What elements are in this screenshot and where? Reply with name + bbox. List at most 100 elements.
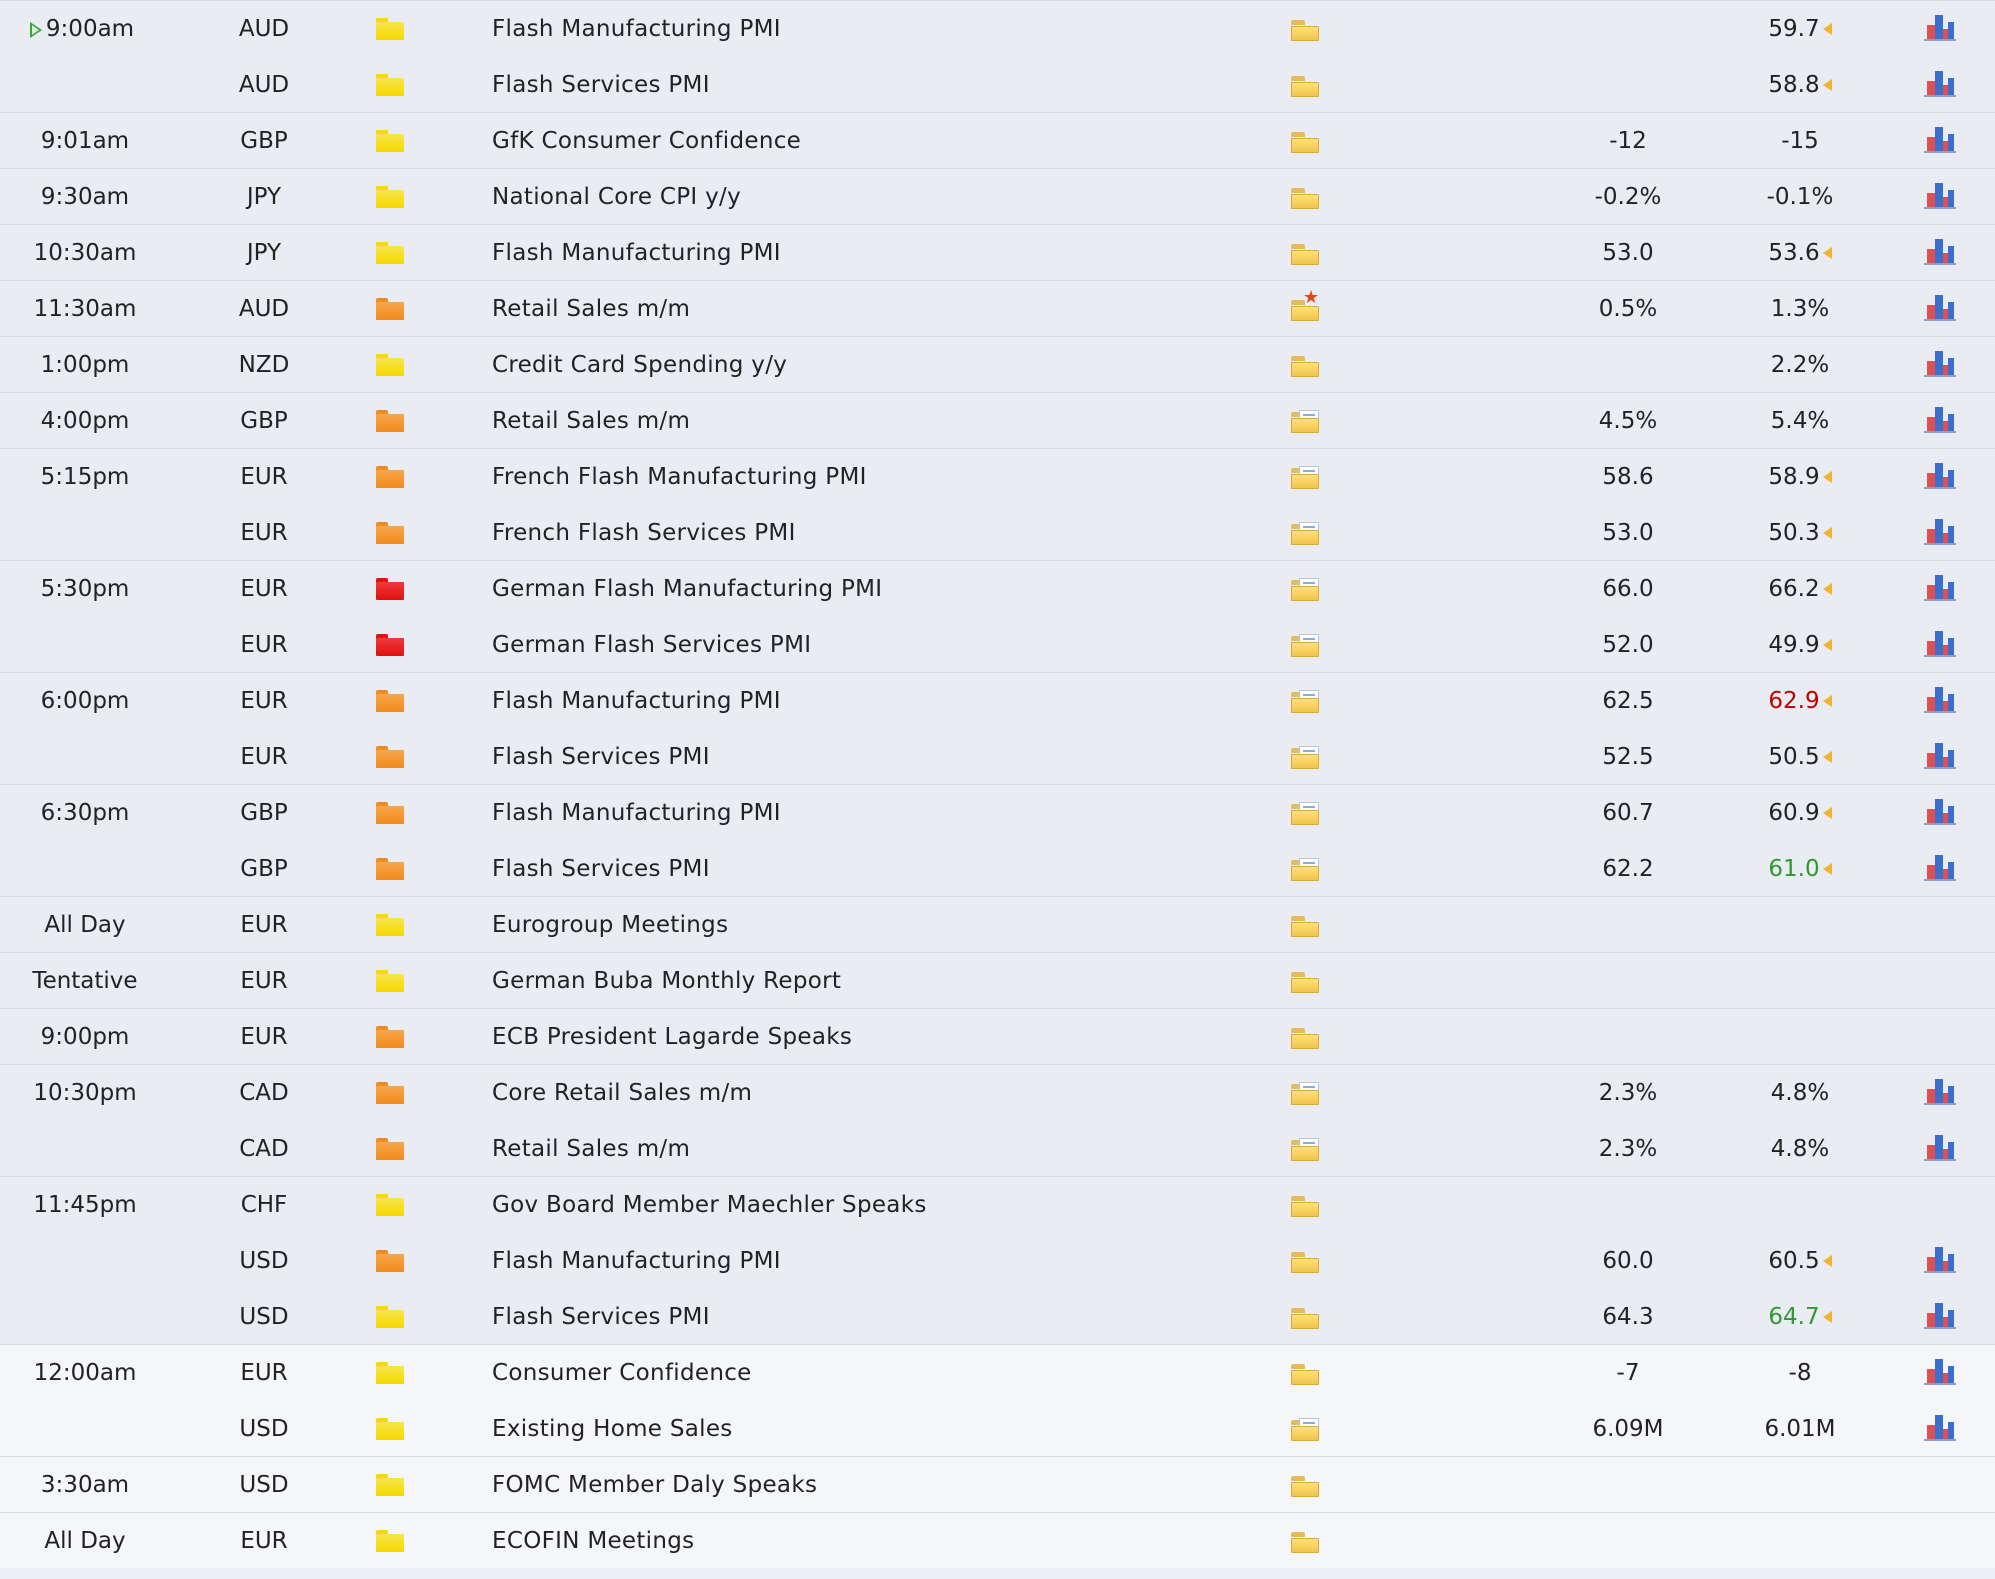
detail-folder-icon[interactable]: [1291, 1474, 1321, 1497]
graph-cell[interactable]: [1922, 617, 1958, 673]
impact-cell[interactable]: [374, 393, 408, 449]
impact-cell[interactable]: [374, 1345, 408, 1401]
bar-chart-icon[interactable]: [1924, 13, 1956, 41]
bar-chart-icon[interactable]: [1924, 1077, 1956, 1105]
impact-medium-folder-icon[interactable]: [376, 1138, 404, 1160]
impact-low-folder-icon[interactable]: [376, 1306, 404, 1328]
impact-medium-folder-icon[interactable]: [376, 1026, 404, 1048]
calendar-row[interactable]: 10:30am JPY Flash Manufacturing PMI 53.0 53.…: [0, 224, 1995, 280]
graph-cell[interactable]: [1922, 337, 1958, 393]
calendar-row[interactable]: 6:30pm GBP Flash Manufacturing PMI 60.7 60.9: [0, 784, 1995, 840]
event-title[interactable]: French Flash Manufacturing PMI: [492, 449, 1272, 505]
event-title[interactable]: National Core CPI y/y: [492, 169, 1272, 225]
impact-cell[interactable]: [374, 1401, 408, 1457]
event-title[interactable]: Credit Card Spending y/y: [492, 337, 1272, 393]
impact-low-folder-icon[interactable]: [376, 1194, 404, 1216]
detail-cell[interactable]: [1288, 785, 1328, 841]
revised-arrow-icon[interactable]: [1822, 79, 1832, 91]
impact-cell[interactable]: [374, 1513, 408, 1569]
revised-arrow-icon[interactable]: [1822, 863, 1832, 875]
calendar-row[interactable]: USD Existing Home Sales 6.09M 6.01M: [0, 1400, 1995, 1456]
impact-medium-folder-icon[interactable]: [376, 690, 404, 712]
bar-chart-icon[interactable]: [1924, 685, 1956, 713]
detail-cell[interactable]: [1288, 1009, 1328, 1065]
impact-cell[interactable]: [374, 1457, 408, 1513]
revised-arrow-icon[interactable]: [1822, 247, 1832, 259]
detail-folder-icon[interactable]: [1291, 1026, 1321, 1049]
impact-cell[interactable]: [374, 449, 408, 505]
revised-arrow-icon[interactable]: [1822, 639, 1832, 651]
graph-cell[interactable]: [1922, 393, 1958, 449]
revised-arrow-icon[interactable]: [1822, 807, 1832, 819]
event-title[interactable]: Flash Services PMI: [492, 1289, 1272, 1345]
calendar-row[interactable]: 11:30am AUD Retail Sales m/m ★ 0.5% 1.3%: [0, 280, 1995, 336]
calendar-row[interactable]: CAD Retail Sales m/m 2.3% 4.8%: [0, 1120, 1995, 1176]
graph-cell[interactable]: [1922, 225, 1958, 281]
detail-folder-new-info-icon[interactable]: [1291, 1082, 1321, 1105]
event-title[interactable]: German Flash Services PMI: [492, 617, 1272, 673]
impact-cell[interactable]: [374, 57, 408, 113]
calendar-row[interactable]: EUR Flash Services PMI 52.5 50.5: [0, 728, 1995, 784]
calendar-row[interactable]: EUR German Flash Services PMI 52.0 49.9: [0, 616, 1995, 672]
impact-cell[interactable]: [374, 561, 408, 617]
revised-arrow-icon[interactable]: [1822, 583, 1832, 595]
event-title[interactable]: Retail Sales m/m: [492, 393, 1272, 449]
bar-chart-icon[interactable]: [1924, 69, 1956, 97]
event-title[interactable]: FOMC Member Daly Speaks: [492, 1457, 1272, 1513]
detail-cell[interactable]: [1288, 169, 1328, 225]
detail-folder-icon[interactable]: [1291, 1250, 1321, 1273]
graph-cell[interactable]: [1922, 729, 1958, 785]
impact-medium-folder-icon[interactable]: [376, 466, 404, 488]
impact-cell[interactable]: [374, 225, 408, 281]
detail-cell[interactable]: [1288, 1177, 1328, 1233]
bar-chart-icon[interactable]: [1924, 461, 1956, 489]
detail-folder-new-info-icon[interactable]: [1291, 746, 1321, 769]
bar-chart-icon[interactable]: [1924, 1357, 1956, 1385]
impact-medium-folder-icon[interactable]: [376, 802, 404, 824]
calendar-row[interactable]: 9:30am JPY National Core CPI y/y -0.2% -0.1%: [0, 168, 1995, 224]
detail-folder-new-info-icon[interactable]: [1291, 634, 1321, 657]
detail-folder-icon[interactable]: [1291, 1362, 1321, 1385]
calendar-row[interactable]: USD Flash Manufacturing PMI 60.0 60.5: [0, 1232, 1995, 1288]
detail-folder-new-info-icon[interactable]: [1291, 690, 1321, 713]
event-title[interactable]: Flash Manufacturing PMI: [492, 225, 1272, 281]
revised-arrow-icon[interactable]: [1822, 751, 1832, 763]
event-title[interactable]: Eurogroup Meetings: [492, 897, 1272, 953]
calendar-row[interactable]: All Day EUR Eurogroup Meetings: [0, 896, 1995, 952]
graph-cell[interactable]: [1922, 505, 1958, 561]
impact-cell[interactable]: [374, 1121, 408, 1177]
revised-arrow-icon[interactable]: [1822, 1255, 1832, 1267]
graph-cell[interactable]: [1922, 449, 1958, 505]
detail-cell[interactable]: [1288, 1289, 1328, 1345]
detail-folder-new-info-icon[interactable]: [1291, 578, 1321, 601]
impact-low-folder-icon[interactable]: [376, 1530, 404, 1552]
revised-arrow-icon[interactable]: [1822, 1311, 1832, 1323]
calendar-row[interactable]: USD Flash Services PMI 64.3 64.7: [0, 1288, 1995, 1344]
calendar-row[interactable]: Tentative EUR German Buba Monthly Report: [0, 952, 1995, 1008]
detail-cell[interactable]: [1288, 897, 1328, 953]
calendar-row[interactable]: 5:15pm EUR French Flash Manufacturing PMI 5…: [0, 448, 1995, 504]
impact-cell[interactable]: [374, 1065, 408, 1121]
detail-folder-star-icon[interactable]: ★: [1291, 289, 1321, 321]
detail-cell[interactable]: [1288, 1, 1328, 57]
bar-chart-icon[interactable]: [1924, 181, 1956, 209]
bar-chart-icon[interactable]: [1924, 741, 1956, 769]
detail-folder-icon[interactable]: [1291, 354, 1321, 377]
event-title[interactable]: ECB President Lagarde Speaks: [492, 1009, 1272, 1065]
bar-chart-icon[interactable]: [1924, 405, 1956, 433]
event-title[interactable]: Flash Services PMI: [492, 729, 1272, 785]
impact-cell[interactable]: [374, 1233, 408, 1289]
detail-cell[interactable]: [1288, 1345, 1328, 1401]
bar-chart-icon[interactable]: [1924, 1245, 1956, 1273]
detail-folder-new-info-icon[interactable]: [1291, 858, 1321, 881]
detail-cell[interactable]: [1288, 1121, 1328, 1177]
impact-cell[interactable]: [374, 617, 408, 673]
bar-chart-icon[interactable]: [1924, 237, 1956, 265]
impact-cell[interactable]: [374, 113, 408, 169]
detail-cell[interactable]: [1288, 1457, 1328, 1513]
graph-cell[interactable]: [1922, 1, 1958, 57]
detail-folder-icon[interactable]: [1291, 970, 1321, 993]
event-title[interactable]: Flash Manufacturing PMI: [492, 785, 1272, 841]
impact-cell[interactable]: [374, 1289, 408, 1345]
graph-cell[interactable]: [1922, 673, 1958, 729]
